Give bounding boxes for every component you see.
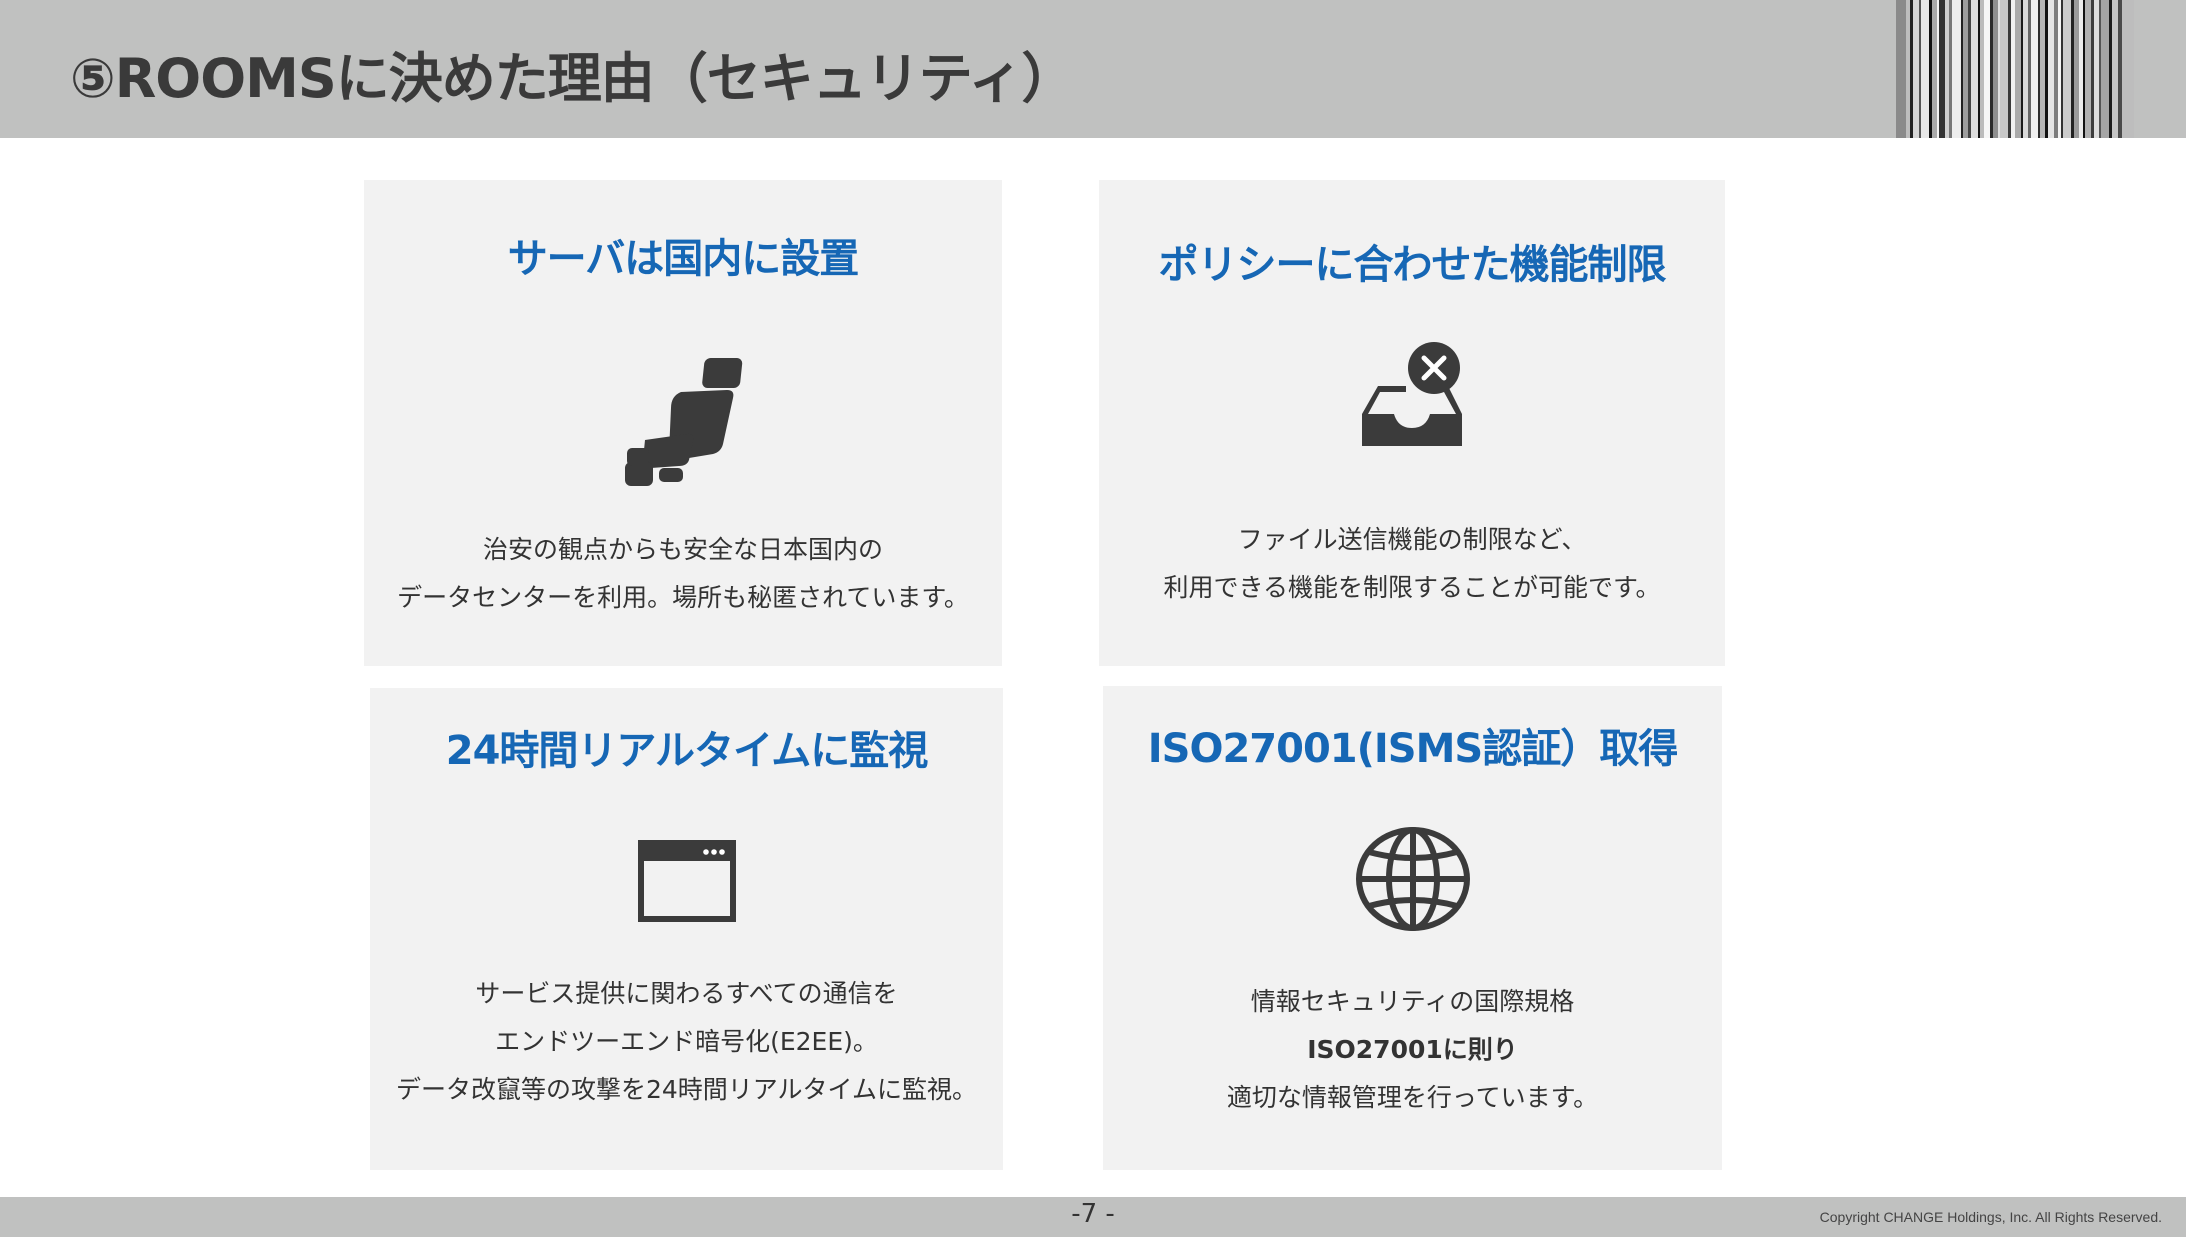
barcode-stripe xyxy=(1971,0,1978,138)
barcode-stripe xyxy=(2063,0,2071,138)
barcode-stripe xyxy=(2101,0,2109,138)
slide-footer: -7 - Copyright CHANGE Holdings, Inc. All… xyxy=(0,1197,2186,1237)
japan-map-icon xyxy=(623,356,743,488)
inbox-blocked-icon xyxy=(1360,342,1464,446)
description-line: データ改竄等の攻撃を24時間リアルタイムに監視。 xyxy=(395,1075,978,1104)
description-line: 適切な情報管理を行っています。 xyxy=(1226,1083,1599,1112)
browser-window-icon xyxy=(637,840,736,922)
barcode-stripe xyxy=(1952,0,1961,138)
description-line: データセンターを利用。場所も秘匿されています。 xyxy=(397,583,969,612)
card-policy-restriction: ポリシーに合わせた機能制限 ファイル送信機能の制限など、 利用できる機能を制限す… xyxy=(1099,180,1725,666)
description-line: 情報セキュリティの国際規格 xyxy=(1250,987,1575,1016)
description-line: ファイル送信機能の制限など、 xyxy=(1237,525,1587,554)
description-line: 利用できる機能を制限することが可能です。 xyxy=(1163,573,1661,602)
barcode-stripe xyxy=(1896,0,1906,138)
description-line: ISO27001に則り xyxy=(1307,1035,1518,1064)
slide-title: ⑤ROOMSに決めた理由（セキュリティ） xyxy=(70,47,1075,110)
description-line: エンドツーエンド暗号化(E2EE)。 xyxy=(495,1027,878,1056)
barcode-stripe xyxy=(2122,0,2134,138)
copyright-text: Copyright CHANGE Holdings, Inc. All Righ… xyxy=(1819,1209,2162,1225)
globe-icon xyxy=(1355,826,1471,932)
slide-header: ⑤ROOMSに決めた理由（セキュリティ） xyxy=(0,0,2186,138)
card-domestic-server: サーバは国内に設置 治安の観点からも安全な日本国内の データセンターを利用。場所… xyxy=(364,180,1002,666)
card-description: サービス提供に関わるすべての通信を エンドツーエンド暗号化(E2EE)。 データ… xyxy=(370,970,1003,1114)
card-title: サーバは国内に設置 xyxy=(507,236,860,282)
card-description: ファイル送信機能の制限など、 利用できる機能を制限することが可能です。 xyxy=(1099,516,1725,612)
card-description: 治安の観点からも安全な日本国内の データセンターを利用。場所も秘匿されています。 xyxy=(364,526,1002,622)
barcode-stripe xyxy=(1921,0,1929,138)
card-title: ISO27001(ISMS認証）取得 xyxy=(1147,726,1678,772)
card-title: 24時間リアルタイムに監視 xyxy=(445,728,928,774)
barcode-stripe xyxy=(2000,0,2008,138)
card-title: ポリシーに合わせた機能制限 xyxy=(1158,242,1667,288)
description-line: サービス提供に関わるすべての通信を xyxy=(475,979,898,1008)
card-realtime-monitoring: 24時間リアルタイムに監視 サービス提供に関わるすべての通信を エンドツーエンド… xyxy=(370,688,1003,1170)
card-iso-certification: ISO27001(ISMS認証）取得 情報セキュリティの国際規格 ISO2700… xyxy=(1103,686,1722,1170)
barcode-stripe xyxy=(2031,0,2038,138)
card-description: 情報セキュリティの国際規格 ISO27001に則り 適切な情報管理を行っています… xyxy=(1103,978,1722,1122)
description-line: 治安の観点からも安全な日本国内の xyxy=(482,535,883,564)
barcode-decoration xyxy=(1896,0,2186,138)
